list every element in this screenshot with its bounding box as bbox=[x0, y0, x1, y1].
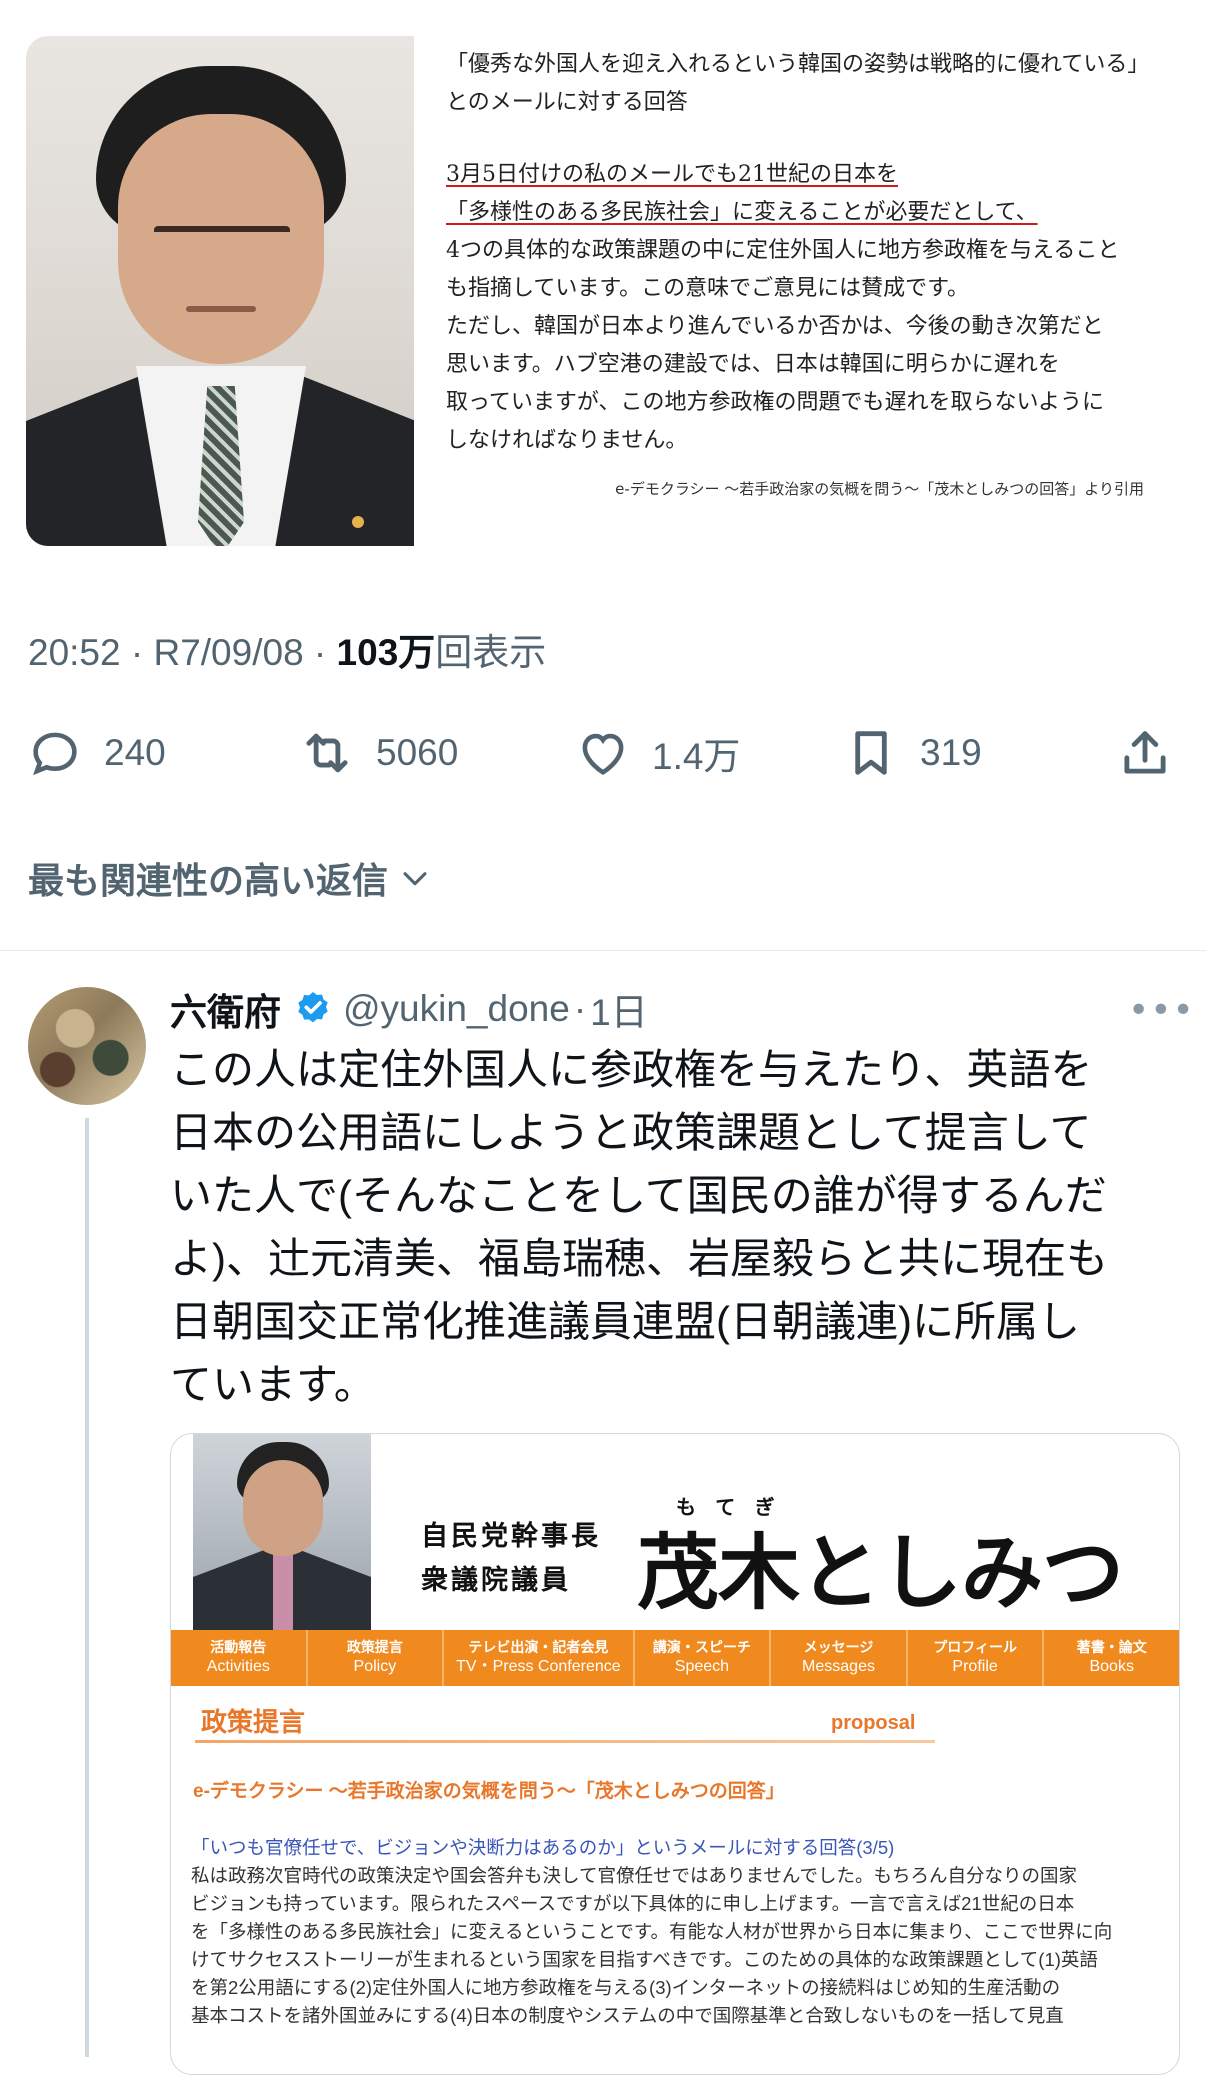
site-nav-bar: 活動報告 Activities 政策提言 Policy テレビ出演・記者会見 TV・P… bbox=[171, 1630, 1179, 1686]
reply-sort-label: 最も関連性の高い返信 bbox=[28, 860, 389, 901]
quote-text-block: 「優秀な外国人を迎え入れるという韓国の姿勢は戦略的に優れている」 とのメールに対… bbox=[414, 36, 1178, 546]
site-portrait-photo bbox=[193, 1434, 371, 1630]
proposal-label: proposal bbox=[831, 1712, 916, 1734]
quote-body: 3月5日付けの私のメールでも21世紀の日本を 「多様性のある多民族社会」に変える… bbox=[446, 162, 1120, 453]
site-nav-activities: 活動報告 Activities bbox=[171, 1630, 308, 1686]
tweet-meta: 20:52 · R7/09/08 · 103万回表示 bbox=[28, 632, 547, 673]
site-nav-policy: 政策提言 Policy bbox=[308, 1630, 445, 1686]
view-label: 回表示 bbox=[435, 632, 547, 673]
edemocracy-heading: e-デモクラシー 〜若手政治家の気概を問う〜「茂木としみつの回答」 bbox=[193, 1781, 785, 1802]
reply-time[interactable]: 1日 bbox=[590, 982, 648, 1036]
repost-button[interactable]: 5060 bbox=[298, 718, 458, 788]
site-nav-profile: プロフィール Profile bbox=[908, 1630, 1045, 1686]
site-nav-speech: 講演・スピーチ Speech bbox=[635, 1630, 772, 1686]
site-title: 茂木としみつ bbox=[637, 1528, 1124, 1619]
portrait-photo bbox=[26, 36, 414, 546]
quote-heading: 「優秀な外国人を迎え入れるという韓国の姿勢は戦略的に優れている」 とのメールに対… bbox=[446, 52, 1150, 115]
reply-separator: · bbox=[573, 988, 587, 1029]
policy-heading: 政策提言 bbox=[201, 1707, 306, 1737]
reply-header: 六衛府 @yukin_done · 1日 bbox=[170, 982, 648, 1036]
bookmark-icon bbox=[855, 731, 887, 775]
reply-button[interactable]: 240 bbox=[26, 718, 166, 788]
more-options-icon[interactable]: ••• bbox=[1128, 990, 1195, 1031]
site-nav-books: 著書・論文 Books bbox=[1076, 1639, 1147, 1675]
like-button[interactable]: 1.4万 bbox=[574, 718, 740, 788]
repost-icon bbox=[306, 733, 348, 773]
avatar[interactable] bbox=[28, 987, 146, 1105]
reply-image[interactable]: 自民党幹事長 衆議院議員 もてぎ 茂木としみつ 活動報告 Activities 政… bbox=[170, 1433, 1180, 2075]
share-icon bbox=[1124, 731, 1166, 774]
thread-line bbox=[85, 1118, 89, 2057]
tweet-time[interactable]: 20:52 bbox=[28, 632, 121, 673]
site-nav-messages: メッセージ Messages bbox=[771, 1630, 908, 1686]
heart-icon bbox=[582, 733, 624, 776]
quote-source: e-デモクラシー ～若手政治家の気概を問う～「茂木としみつの回答」より引用 bbox=[615, 480, 1144, 498]
reply-sort-dropdown[interactable]: 最も関連性の高い返信 bbox=[28, 852, 432, 904]
bookmark-button[interactable]: 319 bbox=[842, 718, 982, 788]
action-bar: 240 5060 1.4万 319 bbox=[26, 718, 1178, 788]
reply-count: 240 bbox=[104, 732, 166, 773]
reply-author-handle[interactable]: @yukin_done bbox=[343, 988, 570, 1030]
bookmark-count: 319 bbox=[920, 732, 982, 773]
tweet-date[interactable]: R7/09/08 bbox=[153, 632, 303, 673]
chevron-down-icon bbox=[403, 872, 427, 886]
site-nav-tv: テレビ出演・記者会見 TV・Press Conference bbox=[444, 1630, 635, 1686]
policy-rule bbox=[195, 1740, 935, 1743]
reply-icon bbox=[33, 732, 77, 776]
verified-badge-icon bbox=[298, 992, 328, 1023]
divider bbox=[0, 950, 1206, 951]
view-count: 103万 bbox=[336, 632, 436, 673]
reply-text: この人は定住外国人に参政権を与えたり、英語を 日本の公用語にしようと政策課題とし… bbox=[170, 1046, 1108, 1408]
site-subtitle: 自民党幹事長 衆議院議員 bbox=[421, 1521, 601, 1595]
tweet-image[interactable]: 「優秀な外国人を迎え入れるという韓国の姿勢は戦略的に優れている」 とのメールに対… bbox=[26, 36, 1178, 546]
like-count: 1.4万 bbox=[652, 736, 741, 777]
share-button[interactable] bbox=[1116, 718, 1174, 788]
repost-count: 5060 bbox=[376, 732, 459, 773]
site-body-text: 「いつも官僚任せで、ビジョンや決断力はあるのか」というメールに対する回答(3/5… bbox=[191, 1837, 1113, 2026]
reply-author-name[interactable]: 六衛府 bbox=[170, 982, 281, 1036]
